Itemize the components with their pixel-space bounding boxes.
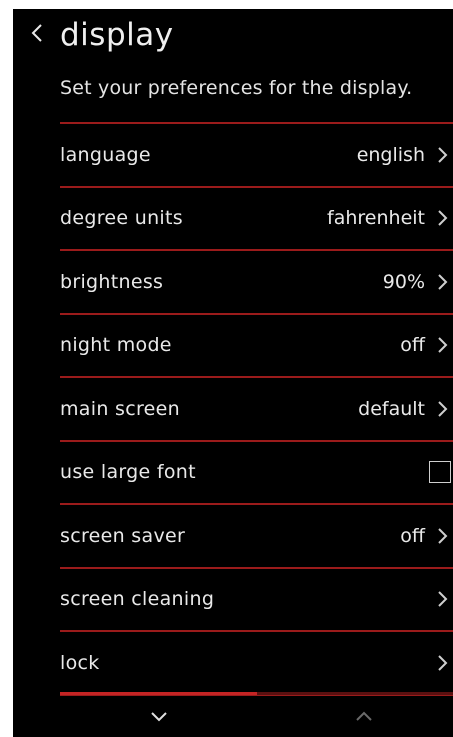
page-title: display xyxy=(60,17,174,53)
row-label: use large font xyxy=(60,461,196,484)
settings-row-degree-units[interactable]: degree units fahrenheit xyxy=(60,188,453,250)
large-font-checkbox[interactable] xyxy=(429,461,451,484)
settings-row-brightness[interactable]: brightness 90% xyxy=(60,251,453,313)
settings-row-lock[interactable]: lock xyxy=(60,632,453,694)
chevron-right-icon xyxy=(435,271,449,293)
page-description: Set your preferences for the display. xyxy=(60,77,413,99)
row-value: off xyxy=(400,524,425,547)
settings-row-screen-cleaning[interactable]: screen cleaning xyxy=(60,569,453,631)
chevron-up-icon xyxy=(356,711,372,721)
row-label: main screen xyxy=(60,397,180,420)
chevron-right-icon xyxy=(435,588,449,610)
scroll-track[interactable] xyxy=(60,692,453,695)
row-label: language xyxy=(60,143,151,166)
settings-row-screen-saver[interactable]: screen saver off xyxy=(60,505,453,567)
settings-row-use-large-font[interactable]: use large font xyxy=(60,442,453,504)
settings-row-night-mode[interactable]: night mode off xyxy=(60,315,453,377)
settings-row-main-screen[interactable]: main screen default xyxy=(60,378,453,440)
scroll-thumb[interactable] xyxy=(60,692,257,695)
page-up-button[interactable] xyxy=(351,705,377,727)
row-value: 90% xyxy=(382,270,425,293)
back-button[interactable] xyxy=(23,19,51,47)
chevron-right-icon xyxy=(435,334,449,356)
footer-nav xyxy=(13,699,453,737)
row-value: default xyxy=(358,397,425,420)
chevron-down-icon xyxy=(151,712,167,722)
header: display xyxy=(13,9,453,65)
chevron-right-icon xyxy=(435,398,449,420)
settings-list: language english degree units fahrenheit bri… xyxy=(60,122,453,696)
row-value: fahrenheit xyxy=(327,207,425,230)
row-label: degree units xyxy=(60,207,183,230)
page-down-button[interactable] xyxy=(146,705,172,727)
chevron-right-icon xyxy=(435,652,449,674)
chevron-right-icon xyxy=(435,207,449,229)
row-label: night mode xyxy=(60,334,172,357)
row-value: off xyxy=(400,334,425,357)
display-settings-screen: display Set your preferences for the dis… xyxy=(13,9,453,737)
row-label: brightness xyxy=(60,270,164,293)
row-label: screen cleaning xyxy=(60,588,215,611)
row-label: lock xyxy=(60,651,100,674)
row-value: english xyxy=(356,143,425,166)
row-label: screen saver xyxy=(60,524,186,547)
chevron-right-icon xyxy=(435,144,449,166)
chevron-right-icon xyxy=(435,525,449,547)
settings-row-language[interactable]: language english xyxy=(60,124,453,186)
chevron-left-icon xyxy=(31,24,42,42)
